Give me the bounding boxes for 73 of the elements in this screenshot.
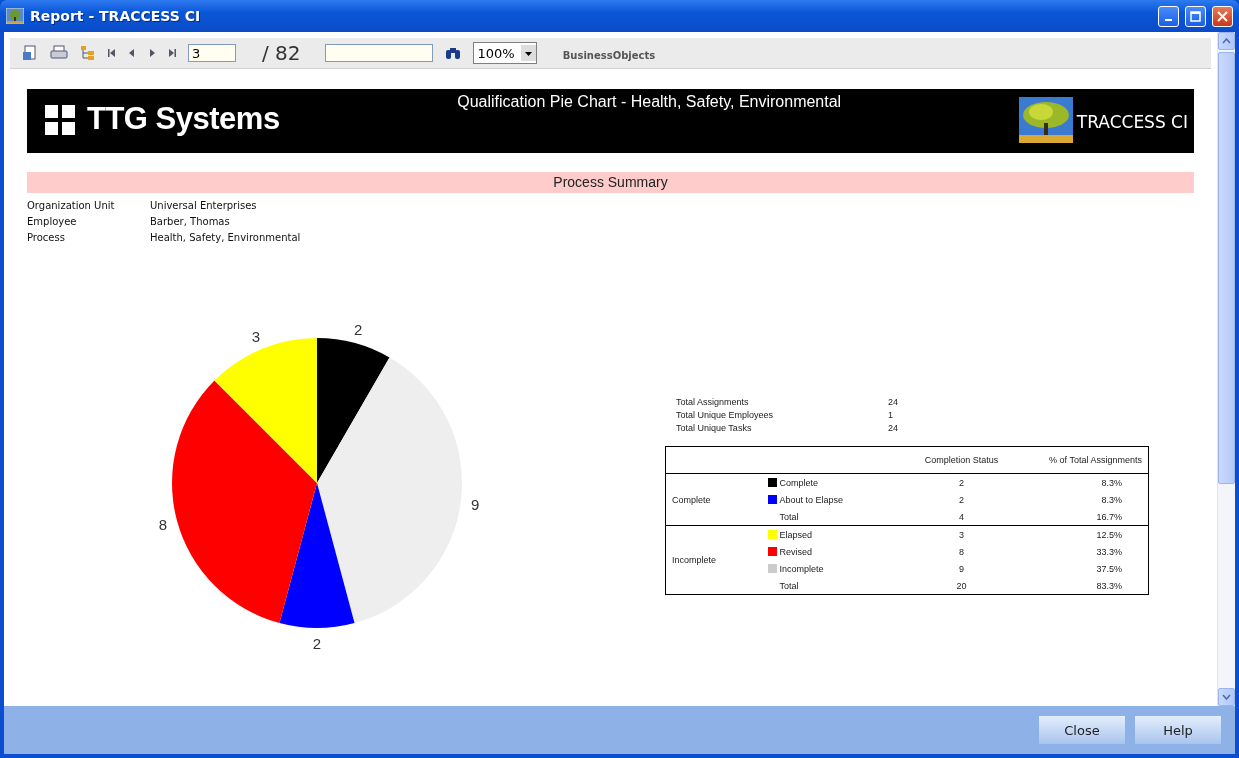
field-label: Employee: [27, 216, 78, 227]
column-header: Completion Status: [901, 446, 1022, 474]
count-cell: 3: [901, 525, 1022, 543]
status-label: Revised: [779, 546, 812, 557]
grid-icon: [45, 105, 75, 135]
caret-icon: [520, 45, 536, 61]
status-label: Incomplete: [779, 563, 824, 574]
page-field[interactable]: 3: [188, 44, 236, 62]
total-label: Total Unique Tasks: [676, 423, 753, 433]
brand-logo: BusinessObjects: [562, 48, 656, 61]
report-title: Qualification Pie Chart - Health, Safety, Environmental: [457, 93, 842, 111]
total-value: 24: [888, 423, 899, 433]
printer-icon[interactable]: [50, 45, 68, 61]
count-cell: 2: [901, 473, 1022, 491]
field-value: Barber, Thomas: [150, 216, 231, 227]
percent-cell: 12.5%: [1021, 525, 1149, 543]
close-button[interactable]: [1212, 5, 1233, 27]
percent-cell: 83.3%: [1021, 577, 1149, 595]
maximize-button[interactable]: [1185, 5, 1206, 27]
zoom-dropdown[interactable]: 100%: [472, 42, 537, 64]
total-label: Total Assignments: [676, 397, 750, 407]
count-cell: 20: [901, 577, 1022, 595]
group-label: Complete: [665, 473, 762, 526]
total-value: 1: [888, 410, 894, 420]
data-label: 3: [251, 327, 261, 345]
first-page-icon[interactable]: [108, 48, 116, 58]
next-page-icon[interactable]: [148, 48, 156, 58]
tree-icon: [1018, 97, 1073, 143]
total-label: Total Unique Employees: [676, 410, 775, 420]
window-title: Report - TRACCESS CI: [30, 8, 202, 24]
page-count: / 82: [262, 41, 301, 65]
total-value: 24: [888, 397, 899, 407]
field-label: Organization Unit: [27, 200, 116, 211]
data-label: 2: [354, 320, 363, 338]
minimize-button[interactable]: [1158, 5, 1179, 27]
previous-page-icon[interactable]: [128, 48, 136, 58]
percent-cell: 8.3%: [1021, 473, 1149, 491]
total-label: Total: [779, 511, 799, 522]
group-label: Incomplete: [665, 525, 762, 595]
close-icon: [1217, 10, 1228, 22]
scroll-thumb[interactable]: [1218, 52, 1235, 484]
status-label: About to Elapse: [779, 494, 844, 505]
data-label: 8: [158, 516, 168, 534]
count-cell-text: 9: [958, 562, 965, 576]
field-label: Process: [27, 232, 66, 243]
search-field[interactable]: [324, 44, 433, 62]
data-label: 2: [312, 634, 322, 652]
data-label: 9: [470, 495, 480, 513]
last-page-icon[interactable]: [168, 48, 176, 58]
dialog-button[interactable]: Help: [1135, 716, 1221, 744]
percent-cell: 16.7%: [1021, 508, 1149, 526]
binoculars-icon[interactable]: [444, 46, 461, 60]
percent-cell: 33.3%: [1021, 543, 1149, 560]
scrollbar[interactable]: [1217, 32, 1235, 706]
status-label: Complete: [779, 477, 819, 488]
percent-cell: 37.5%: [1021, 560, 1149, 577]
dialog-button[interactable]: Close: [1039, 716, 1125, 744]
count-cell-text: 2: [958, 493, 965, 507]
percent-cell: 8.3%: [1021, 491, 1149, 508]
field-value: Health, Safety, Environmental: [150, 232, 302, 243]
status-label: Elapsed: [779, 529, 813, 540]
count-cell: 4: [901, 508, 1022, 526]
tree-icon: [6, 8, 24, 24]
column-header: % of Total Assignments: [1021, 446, 1149, 474]
section-heading: Process Summary: [27, 172, 1194, 193]
export-icon[interactable]: [22, 45, 38, 61]
minimize-icon: [1165, 19, 1172, 21]
field-value: Universal Enterprises: [150, 200, 258, 211]
maximize-icon: [1190, 10, 1201, 22]
total-label: Total: [779, 580, 799, 591]
product-name: TRACCESS CI: [1076, 112, 1188, 132]
count-cell-text: 8: [958, 545, 965, 559]
company-name: TTG Systems: [87, 101, 280, 137]
